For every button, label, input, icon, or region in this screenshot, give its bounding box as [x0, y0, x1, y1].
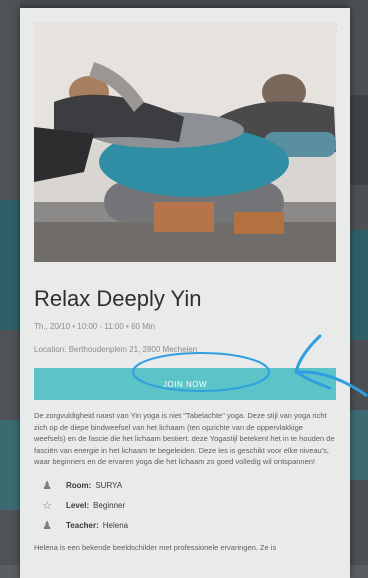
class-location: Location: Berthoudenplein 21, 2800 Meche… — [34, 345, 198, 354]
background-left — [0, 0, 20, 565]
teacher-bio: Helena is een bekende beeldschilder met … — [34, 542, 277, 552]
person-icon: ♟ — [42, 480, 52, 492]
room-row: ♟ Room: SURYA — [34, 476, 336, 496]
class-info-list: ♟ Room: SURYA ☆ Level: Beginner ♟ Teache… — [34, 476, 336, 536]
level-row: ☆ Level: Beginner — [34, 496, 336, 516]
class-description: De zorgvuldigheid naast van Yin yoga is … — [34, 411, 335, 466]
background-right — [348, 0, 368, 565]
modal-content: Relax Deeply Yin Th., 20/10 • 10:00 - 11… — [34, 22, 336, 553]
class-detail-modal: ✕ Relax Deeply Yin Th., 20/10 • 10:00 - … — [20, 8, 350, 578]
room-label: Room: — [66, 481, 92, 490]
level-value: Beginner — [93, 501, 126, 510]
person-icon: ♟ — [42, 520, 52, 532]
teacher-row: ♟ Teacher: Helena — [34, 516, 336, 536]
class-schedule: Th., 20/10 • 10:00 - 11:00 • 60 Min — [34, 322, 156, 331]
teacher-label: Teacher: — [66, 521, 99, 530]
room-value: SURYA — [95, 481, 123, 490]
star-icon: ☆ — [42, 500, 52, 512]
teacher-value: Helena — [102, 521, 129, 530]
level-label: Level: — [66, 501, 90, 510]
class-photo — [34, 22, 336, 262]
join-now-button[interactable]: JOIN NOW — [34, 368, 336, 400]
class-title: Relax Deeply Yin — [34, 286, 202, 311]
